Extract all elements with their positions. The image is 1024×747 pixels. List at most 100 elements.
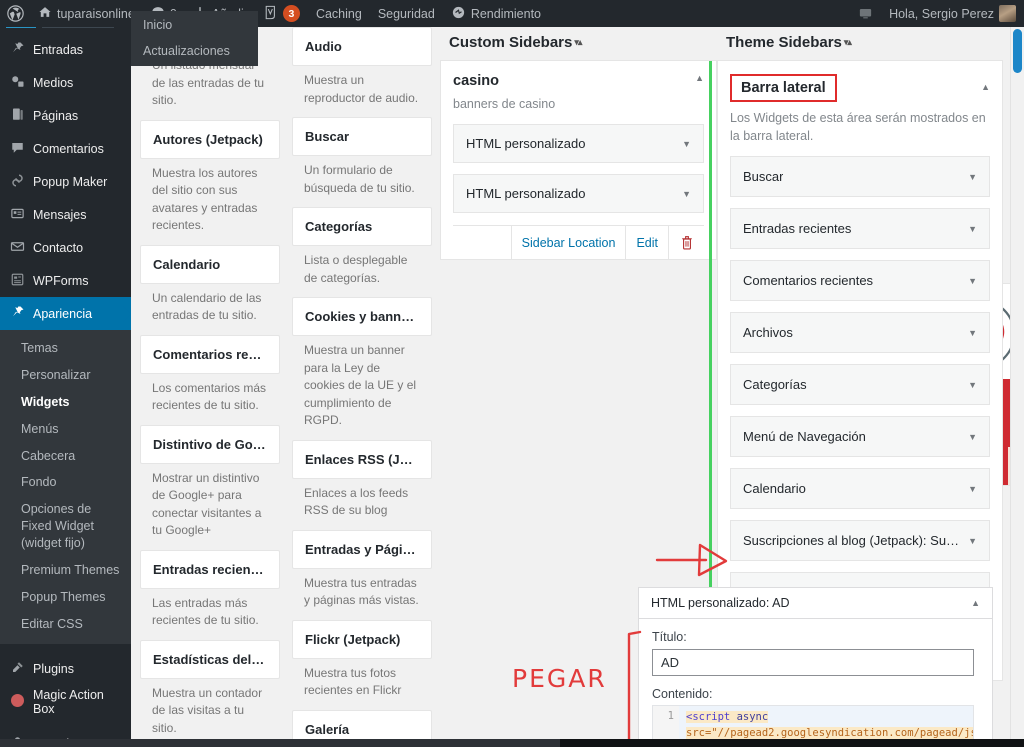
sidebar-item-apariencia[interactable]: Apariencia [0, 297, 131, 330]
submenu-item-editar-css[interactable]: Editar CSS [0, 611, 131, 638]
widget-card-calendario[interactable]: Calendario [140, 244, 280, 284]
screen-notice-icon[interactable] [850, 0, 881, 27]
submenu-item-cabecera[interactable]: Cabecera [0, 443, 131, 470]
chevron-down-icon[interactable]: ▼ [962, 380, 977, 390]
widget-card-enlaces-rss-jetpack[interactable]: Enlaces RSS (Jetpack) [292, 439, 432, 479]
scrollbar-thumb[interactable] [1013, 29, 1022, 73]
submenu-item-temas[interactable]: Temas [0, 335, 131, 362]
submenu-label: Fondo [21, 475, 57, 490]
widget-card-distintivo-google[interactable]: Distintivo de Google... [140, 424, 280, 464]
sidebar-item-wpforms[interactable]: WPForms [0, 264, 131, 297]
code-token-attr: async [736, 711, 769, 723]
submenu-item-premium-themes[interactable]: Premium Themes [0, 557, 131, 584]
widget-item-comentarios-recientes[interactable]: Comentarios recientes ▼ [730, 260, 990, 302]
chevron-up-icon[interactable]: ▲ [971, 598, 980, 608]
widget-card-cookies-banner[interactable]: Cookies y banner de ... [292, 297, 432, 337]
sidebar-item-label: Plugins [33, 662, 74, 676]
widget-item-buscar[interactable]: Buscar ▼ [730, 156, 990, 198]
widget-item-html-personalizado-1[interactable]: HTML personalizado ▼ [453, 124, 704, 164]
sidebar-item-mensajes[interactable]: Mensajes [0, 198, 131, 231]
chevron-down-icon[interactable]: ▼ [962, 172, 977, 182]
panel-body: casino ▲ banners de casino HTML personal… [441, 61, 716, 260]
performance-menu[interactable]: Rendimiento [443, 0, 549, 27]
submenu-item-menus[interactable]: Menús [0, 416, 131, 443]
sidebar-item-label: Magic Action Box [33, 688, 104, 716]
widget-item-entradas-recientes[interactable]: Entradas recientes ▼ [730, 208, 990, 250]
trash-icon[interactable] [668, 226, 704, 260]
widget-item-html-personalizado-2[interactable]: HTML personalizado ▼ [453, 174, 704, 214]
sidebar-item-popup-maker[interactable]: Popup Maker [0, 165, 131, 198]
widget-item-suscripciones-blog-jetpack[interactable]: Suscripciones al blog (Jetpack): Suscrí.… [730, 520, 990, 562]
sidebar-item-paginas[interactable]: Páginas [0, 99, 131, 132]
sidebar-item-entradas[interactable]: Entradas [0, 33, 131, 66]
sidebar-item-label: Apariencia [33, 306, 93, 321]
caching-menu[interactable]: Caching [308, 0, 370, 27]
submenu-item-personalizar[interactable]: Personalizar [0, 362, 131, 389]
sidebar-item-label: Popup Maker [33, 174, 108, 189]
security-menu[interactable]: Seguridad [370, 0, 443, 27]
widget-card-entradas-paginas-populares[interactable]: Entradas y Páginas P... [292, 529, 432, 569]
widget-card-audio[interactable]: Audio [292, 27, 432, 66]
chevron-down-icon[interactable]: ▼ [962, 484, 977, 494]
chevron-down-icon[interactable]: ▼ [962, 276, 977, 286]
chevron-down-icon[interactable]: ▼ [682, 139, 691, 149]
widget-card-comentarios-recientes[interactable]: Comentarios recientes [140, 334, 280, 374]
widget-item-calendario[interactable]: Calendario ▼ [730, 468, 990, 510]
submenu-item-widgets[interactable]: Widgets [0, 389, 131, 416]
pin-icon [9, 41, 26, 59]
site-name-menu[interactable]: tuparaisonline [30, 0, 143, 27]
chevron-down-icon[interactable]: ▼ [962, 536, 977, 546]
title-field-label: Título: [652, 630, 687, 644]
account-menu[interactable]: Hola, Sergio Perez [881, 0, 1024, 27]
chevron-down-icon[interactable]: ▼ [962, 328, 977, 338]
chevron-down-icon[interactable]: ▼ [682, 189, 691, 199]
chevron-up-icon[interactable]: ▲ [981, 74, 990, 92]
submenu-item-fondo[interactable]: Fondo [0, 469, 131, 496]
horizontal-scrollbar-thumb[interactable] [0, 739, 560, 747]
theme-sidebars-heading[interactable]: Theme Sidebars ▾▴ [717, 27, 1003, 60]
media-icon [9, 74, 26, 92]
widget-card-autores-jetpack[interactable]: Autores (Jetpack) [140, 119, 280, 159]
submenu-item-fixed-widget[interactable]: Opciones de Fixed Widget (widget fijo) [0, 496, 131, 557]
sidebar-item-label: Mensajes [33, 207, 87, 222]
chevron-toggle-icon[interactable]: ▾▴ [574, 37, 582, 48]
widget-item-label: Archivos [743, 325, 793, 341]
sidebar-item-plugins[interactable]: Plugins [0, 653, 131, 686]
widget-card-categorias[interactable]: Categorías [292, 207, 432, 247]
sidebar-item-medios[interactable]: Medios [0, 66, 131, 99]
chevron-up-icon[interactable]: ▲ [695, 73, 704, 83]
widget-card-estadisticas-sitio[interactable]: Estadísticas del sitio ... [140, 639, 280, 679]
widget-card-buscar[interactable]: Buscar [292, 117, 432, 157]
submenu-label: Opciones de Fixed Widget (widget fijo) [21, 502, 94, 550]
submenu-label: Premium Themes [21, 562, 120, 577]
sidebar-item-contacto[interactable]: Contacto [0, 231, 131, 264]
widget-item-archivos[interactable]: Archivos ▼ [730, 312, 990, 354]
chevron-down-icon[interactable]: ▼ [962, 432, 977, 442]
available-widgets-left-column: Un listado mensual de las entradas de tu… [140, 27, 280, 747]
sidebar-location-link[interactable]: Sidebar Location [510, 226, 626, 260]
submenu-label: Widgets [21, 394, 70, 409]
title-input[interactable]: AD [652, 649, 974, 676]
code-token-src: src="//pagead2.googlesyndication.com/pag… [686, 726, 973, 739]
chevron-toggle-icon[interactable]: ▾▴ [844, 37, 852, 48]
dropdown-item-inicio[interactable]: Inicio [131, 13, 258, 39]
custom-sidebars-heading[interactable]: Custom Sidebars ▾▴ [440, 27, 717, 60]
custom-sidebars-column: Custom Sidebars ▾▴ casino ▲ banners de c… [440, 27, 1024, 486]
widget-description: Un calendario de las entradas de tu siti… [152, 290, 262, 323]
wordpress-logo-icon[interactable] [0, 0, 30, 27]
sidebar-item-magic-action-box[interactable]: Magic Action Box [0, 686, 131, 719]
widget-item-label: Calendario [743, 481, 806, 497]
widget-card-flickr-jetpack[interactable]: Flickr (Jetpack) [292, 619, 432, 659]
sidebar-item-comentarios[interactable]: Comentarios [0, 132, 131, 165]
widget-card-entradas-recientes[interactable]: Entradas recientes [140, 549, 280, 589]
submenu-item-popup-themes[interactable]: Popup Themes [0, 584, 131, 611]
chevron-down-icon[interactable]: ▼ [962, 224, 977, 234]
widget-item-categorias[interactable]: Categorías ▼ [730, 364, 990, 406]
wpforms-icon [9, 272, 26, 290]
widget-item-menu-navegacion[interactable]: Menú de Navegación ▼ [730, 416, 990, 458]
dropdown-item-actualizaciones[interactable]: Actualizaciones [131, 39, 258, 65]
edit-link[interactable]: Edit [625, 226, 668, 260]
seo-menu[interactable]: 3 [256, 0, 308, 27]
editor-header[interactable]: HTML personalizado: AD ▲ [639, 588, 992, 619]
page-scrollbar[interactable] [1010, 27, 1024, 747]
